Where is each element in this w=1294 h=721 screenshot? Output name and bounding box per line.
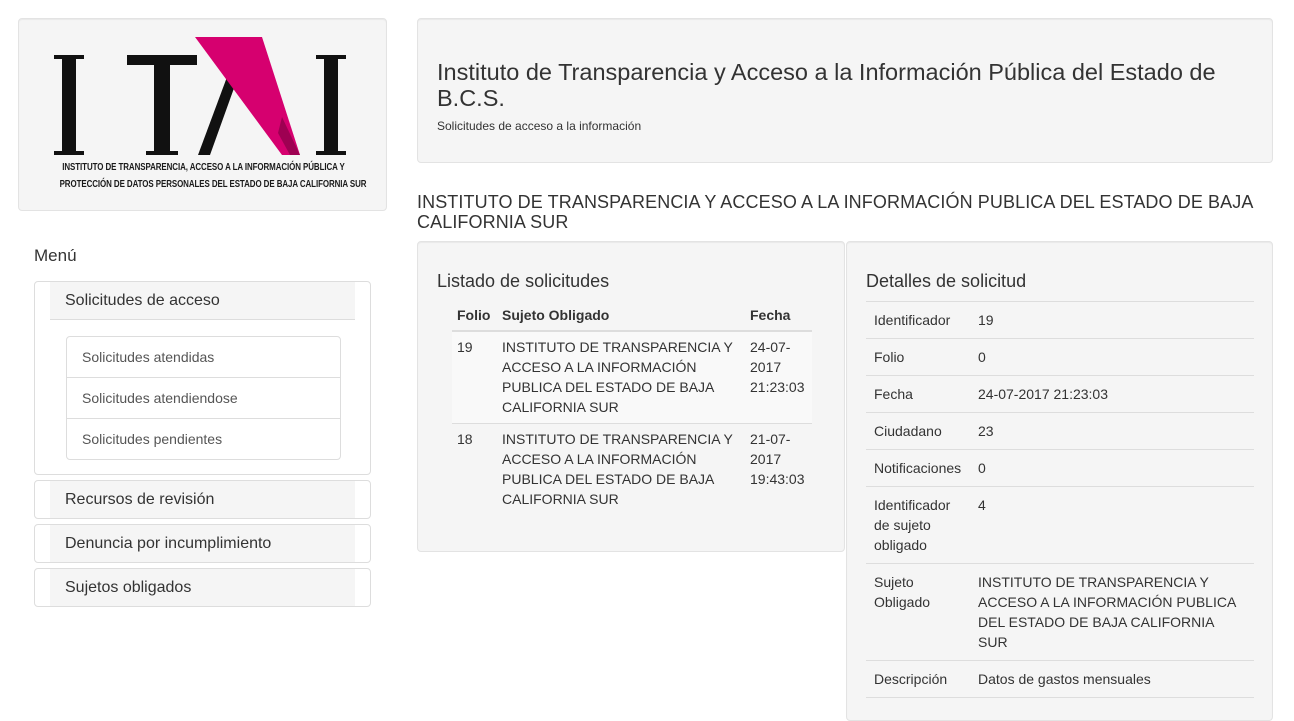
menu-section-solicitudes: Solicitudes de acceso Solicitudes atendi… [34,281,371,475]
logo-subtitle-line-2: PROTECCIÓN DE DATOS PERSONALES DEL ESTAD… [59,179,367,190]
cell-fecha: 21-07-2017 19:43:03 [745,423,812,515]
menu-section-denuncia: Denuncia por incumplimiento [34,524,371,563]
detail-key: Ciudadano [866,412,970,450]
menu-section-sujetos-header[interactable]: Sujetos obligados [50,569,355,606]
detail-key: Fecha [866,375,970,413]
detail-row: Ciudadano 23 [866,412,1254,450]
detail-key: Sujeto Obligado [866,563,970,661]
logo-subtitle-line-1: INSTITUTO DE TRANSPARENCIA, ACCESO A LA … [62,162,345,173]
detail-row: Folio 0 [866,338,1254,376]
menu-section-recursos-header[interactable]: Recursos de revisión [50,481,355,518]
detail-value: 0 [970,449,1254,487]
submenu-item-pendientes[interactable]: Solicitudes pendientes [67,419,340,459]
detalles-panel: Detalles de solicitud Identificador 19 F… [846,241,1273,721]
menu-section-denuncia-header[interactable]: Denuncia por incumplimiento [50,525,355,562]
detail-key: Notificaciones [866,449,970,487]
detail-value: Datos de gastos mensuales [970,660,1254,698]
itai-logo [54,37,346,155]
submenu-item-atendiendose[interactable]: Solicitudes atendiendose [67,378,340,419]
detail-key: Identificador [866,301,970,339]
menu-section-recursos: Recursos de revisión [34,480,371,519]
entity-title: INSTITUTO DE TRANSPARENCIA Y ACCESO A LA… [417,192,1253,232]
detail-value: INSTITUTO DE TRANSPARENCIA Y ACCESO A LA… [970,563,1254,661]
cell-folio: 19 [452,330,497,424]
column-header-fecha: Fecha [745,304,812,332]
cell-fecha: 24-07-2017 21:23:03 [745,330,812,424]
table-row[interactable]: 18 INSTITUTO DE TRANSPARENCIA Y ACCESO A… [452,423,812,515]
table-row[interactable]: 19 INSTITUTO DE TRANSPARENCIA Y ACCESO A… [452,330,812,424]
detail-value: 0 [970,338,1254,376]
detail-key: Folio [866,338,970,376]
detail-value: 4 [970,486,1254,564]
detail-row: Fecha 24-07-2017 21:23:03 [866,375,1254,413]
detail-key: Descripción [866,660,970,698]
detail-row: Identificador de sujeto obligado 4 [866,486,1254,564]
cell-folio: 18 [452,423,497,515]
menu-section-sujetos: Sujetos obligados [34,568,371,607]
listado-panel: Listado de solicitudes Folio Sujeto Obli… [417,241,845,552]
column-header-folio: Folio [452,304,497,332]
detail-value: 23 [970,412,1254,450]
menu-title: Menú [34,246,77,265]
detail-row: Notificaciones 0 [866,449,1254,487]
detail-key: Identificador de sujeto obligado [866,486,970,564]
menu-section-solicitudes-header[interactable]: Solicitudes de acceso [50,282,355,320]
listado-header-row: Folio Sujeto Obligado Fecha [452,304,812,332]
detail-row: Sujeto Obligado INSTITUTO DE TRANSPARENC… [866,563,1254,661]
page-title: Instituto de Transparencia y Acceso a la… [437,59,1216,111]
detail-value: 19 [970,301,1254,339]
detail-row: Descripción Datos de gastos mensuales [866,660,1254,698]
column-header-sujeto: Sujeto Obligado [497,304,745,332]
logo-panel: INSTITUTO DE TRANSPARENCIA, ACCESO A LA … [18,18,387,211]
detalles-table: Identificador 19 Folio 0 Fecha 24-07-201… [866,301,1254,698]
detail-row: Identificador 19 [866,301,1254,339]
cell-sujeto: INSTITUTO DE TRANSPARENCIA Y ACCESO A LA… [497,423,745,515]
listado-title: Listado de solicitudes [437,271,610,291]
header-panel: Instituto de Transparencia y Acceso a la… [417,18,1273,163]
cell-sujeto: INSTITUTO DE TRANSPARENCIA Y ACCESO A LA… [497,330,745,424]
detalles-title: Detalles de solicitud [866,271,1027,291]
detail-value: 24-07-2017 21:23:03 [970,375,1254,413]
page-subtitle: Solicitudes de acceso a la información [437,119,642,133]
solicitudes-submenu: Solicitudes atendidas Solicitudes atendi… [66,336,341,460]
listado-table: Folio Sujeto Obligado Fecha 19 INSTITUTO… [452,304,812,515]
submenu-item-atendidas[interactable]: Solicitudes atendidas [67,337,340,378]
